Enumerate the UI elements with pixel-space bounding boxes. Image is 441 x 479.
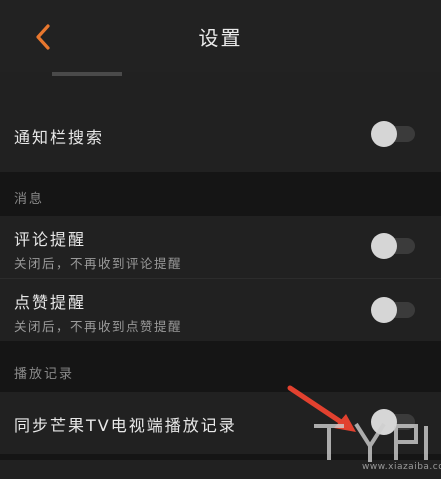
toggle-knob (371, 233, 397, 259)
notification-search-toggle[interactable] (371, 121, 417, 147)
toggle-knob (371, 297, 397, 323)
like-reminder-label: 点赞提醒 (14, 293, 87, 312)
like-reminder-row[interactable]: 点赞提醒 关闭后，不再收到点赞提醒 (0, 279, 441, 341)
app-header: 设置 (0, 0, 441, 72)
like-reminder-toggle[interactable] (371, 297, 417, 323)
section-header-messages: 消息 (14, 192, 45, 207)
page-title: 设置 (198, 26, 243, 50)
watermark-text: www.xiazaiba.com (362, 462, 441, 472)
notification-search-label: 通知栏搜索 (14, 128, 105, 147)
comment-reminder-label: 评论提醒 (14, 230, 87, 249)
section-header-playback: 播放记录 (14, 367, 75, 382)
comment-reminder-description: 关闭后，不再收到评论提醒 (14, 256, 183, 271)
comment-reminder-row[interactable]: 评论提醒 关闭后，不再收到评论提醒 (0, 216, 441, 278)
notification-search-row[interactable]: 通知栏搜索 (0, 96, 441, 172)
sync-history-label: 同步芒果TV电视端播放记录 (14, 416, 237, 435)
like-reminder-description: 关闭后，不再收到点赞提醒 (14, 319, 183, 334)
comment-reminder-toggle[interactable] (371, 233, 417, 259)
toggle-knob (371, 121, 397, 147)
partially-hidden-row (0, 72, 441, 96)
